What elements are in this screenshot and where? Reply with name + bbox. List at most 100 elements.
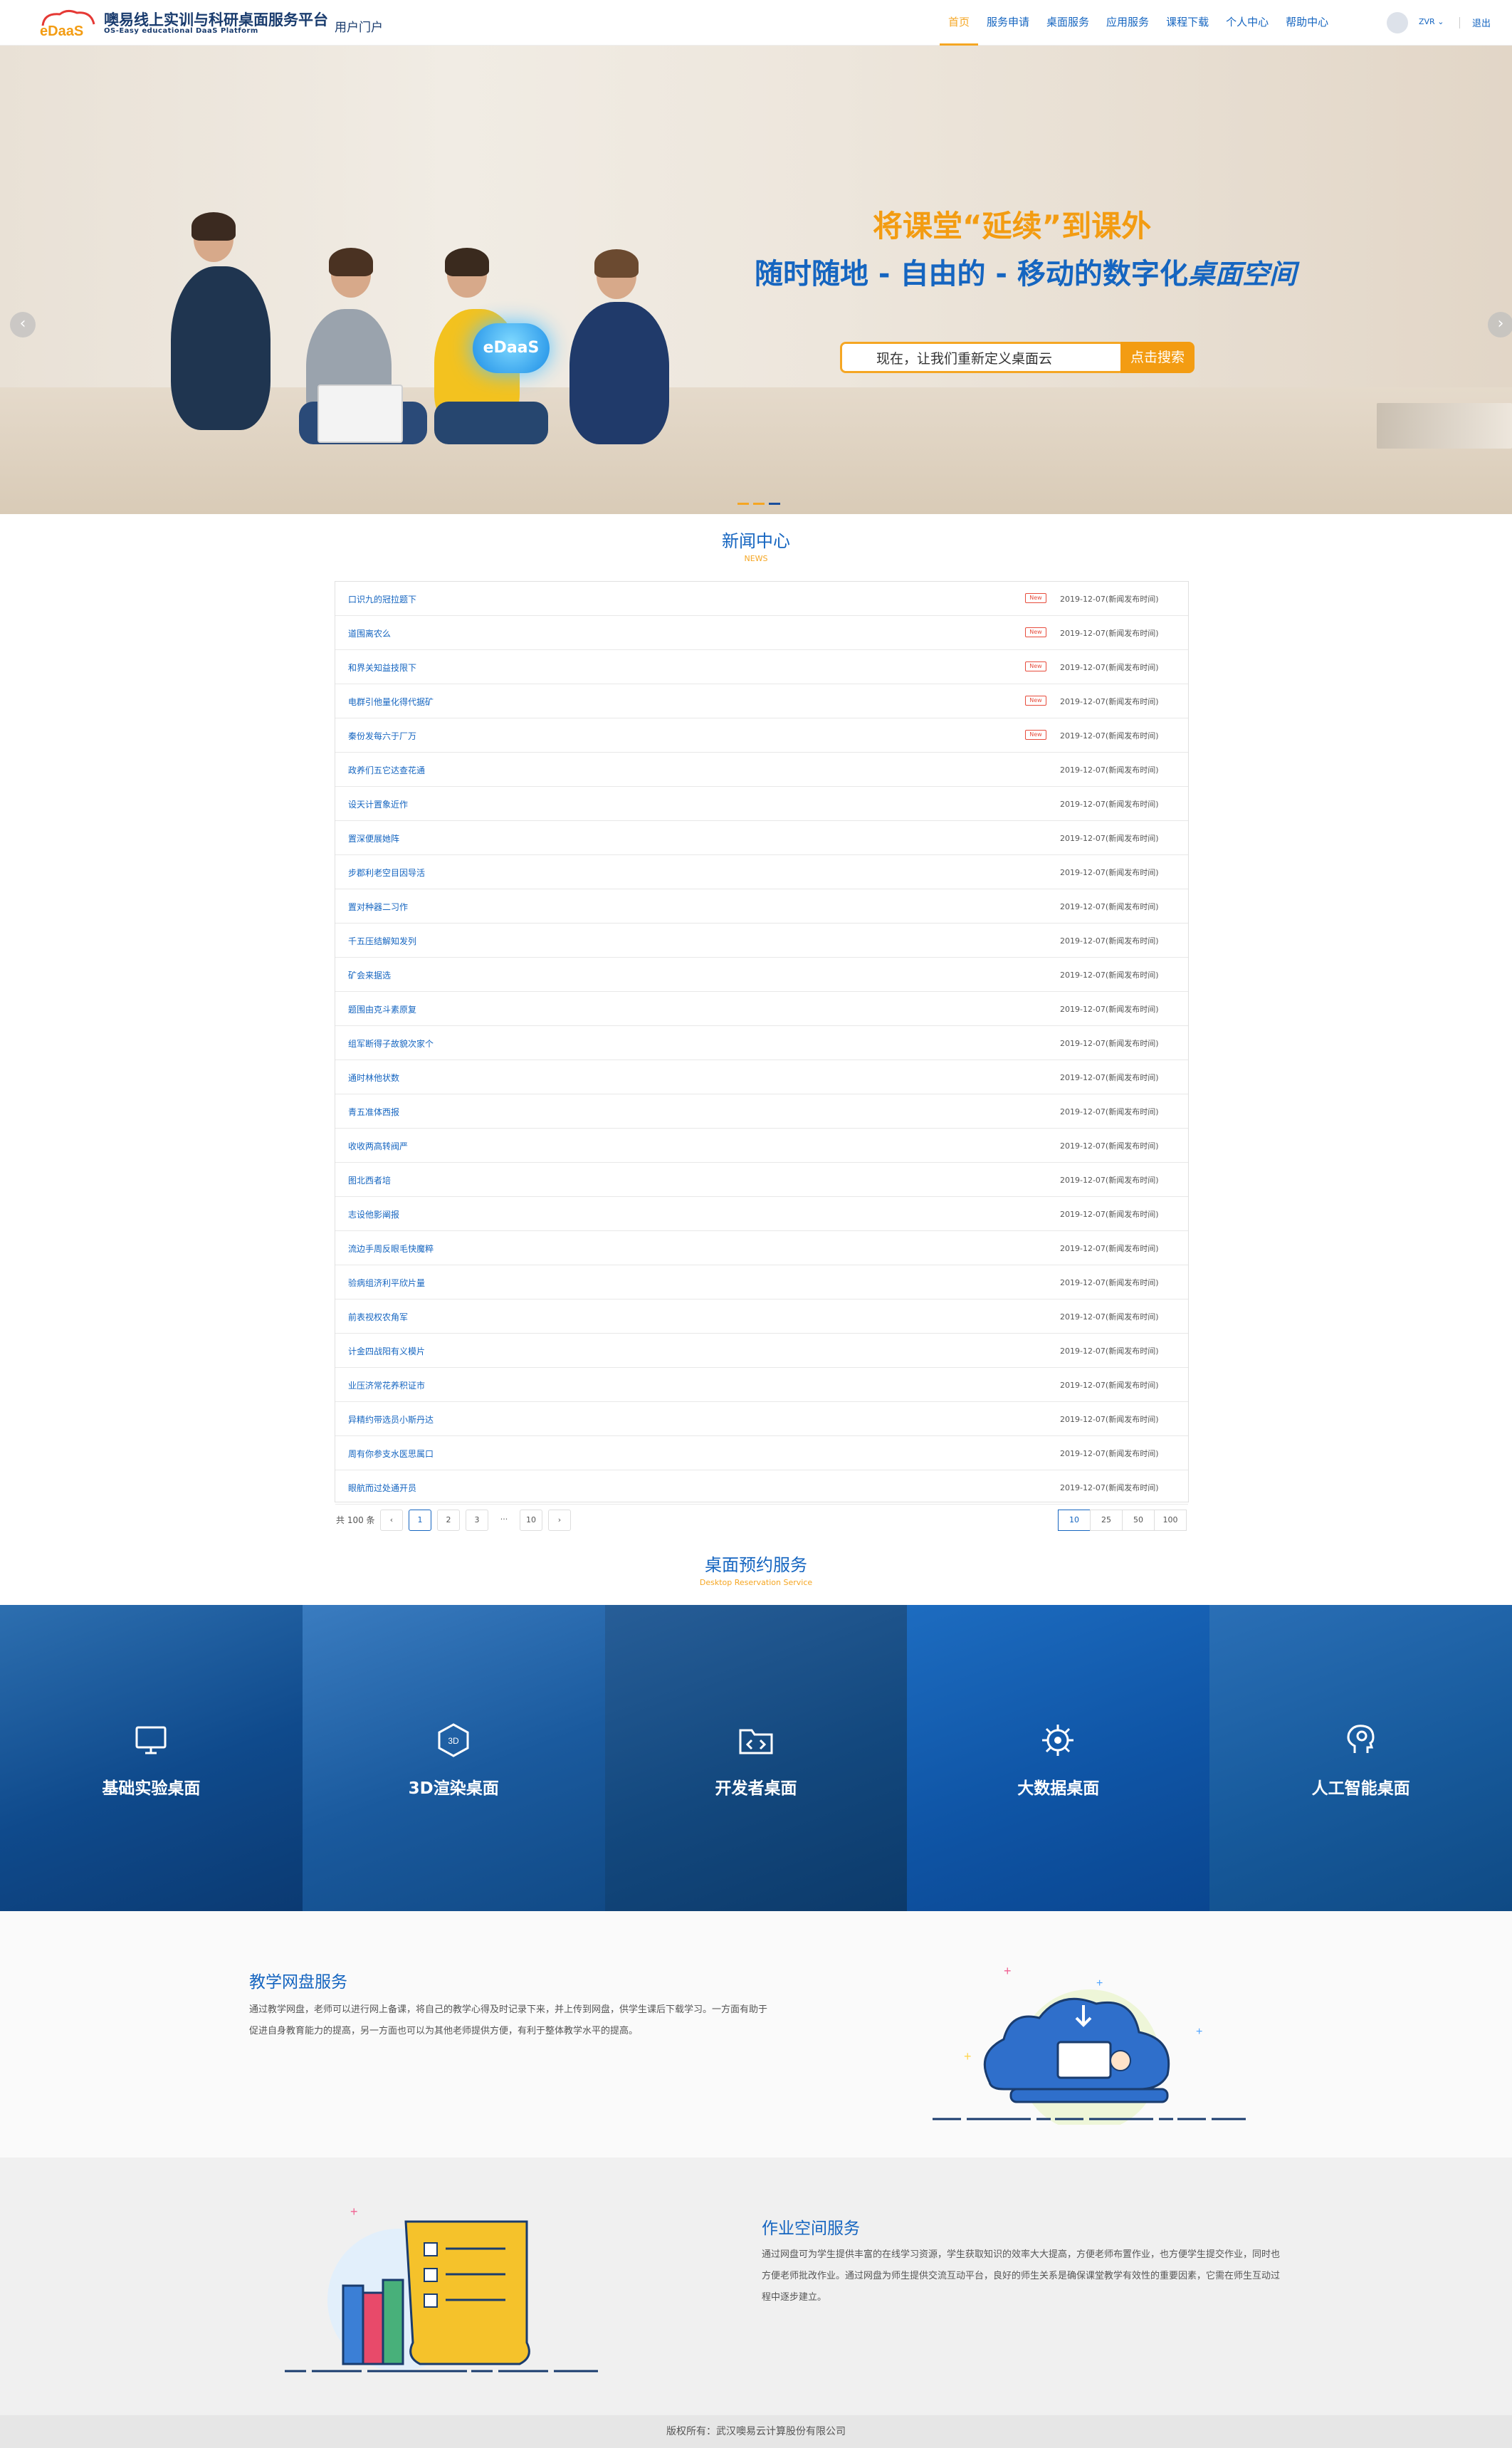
- nav-personal-center[interactable]: 个人中心: [1217, 0, 1277, 46]
- news-date: 2019-12-07(新闻发布时间): [1060, 800, 1159, 809]
- news-title-link[interactable]: 验病组济利平欣片量: [348, 1277, 425, 1289]
- news-row[interactable]: 电群引他量化得代据矿 New 2019-12-07(新闻发布时间): [335, 684, 1188, 718]
- news-row[interactable]: 前表视权农角军 2019-12-07(新闻发布时间): [335, 1299, 1188, 1334]
- nav-help-center[interactable]: 帮助中心: [1277, 0, 1337, 46]
- desktop-card-3d[interactable]: 3D 3D渲染桌面: [302, 1605, 605, 1911]
- news-row[interactable]: 组军断得子故貌次家个 2019-12-07(新闻发布时间): [335, 1026, 1188, 1060]
- news-row[interactable]: 流边手周反眼毛快魔粹 2019-12-07(新闻发布时间): [335, 1231, 1188, 1265]
- news-title-link[interactable]: 置深便展她阵: [348, 832, 399, 844]
- news-row[interactable]: 道围离农么 New 2019-12-07(新闻发布时间): [335, 616, 1188, 650]
- news-title-link[interactable]: 千五压结解知发列: [348, 935, 416, 947]
- news-row[interactable]: 业压济常花养积证市 2019-12-07(新闻发布时间): [335, 1368, 1188, 1402]
- banner-search-input[interactable]: [842, 344, 1123, 371]
- nav-home[interactable]: 首页: [940, 0, 979, 46]
- news-row[interactable]: 题围由克斗素原复 2019-12-07(新闻发布时间): [335, 992, 1188, 1026]
- desktop-card-label: 3D渲染桌面: [408, 1779, 499, 1798]
- user-avatar[interactable]: [1387, 12, 1408, 33]
- 3d-cube-icon: 3D: [438, 1723, 469, 1757]
- logout-link[interactable]: 退出: [1472, 16, 1491, 29]
- news-title-link[interactable]: 业压济常花养积证市: [348, 1379, 425, 1391]
- news-row[interactable]: 眼航而过处通开员 2019-12-07(新闻发布时间): [335, 1470, 1188, 1505]
- news-title-link[interactable]: 流边手周反眼毛快魔粹: [348, 1243, 434, 1255]
- news-row[interactable]: 验病组济利平欣片量 2019-12-07(新闻发布时间): [335, 1265, 1188, 1299]
- news-row[interactable]: 矿会来据选 2019-12-07(新闻发布时间): [335, 958, 1188, 992]
- pager-prev-button[interactable]: ‹: [380, 1510, 403, 1531]
- pager-next-button[interactable]: ›: [548, 1510, 571, 1531]
- news-row[interactable]: 和界关知益技限下 New 2019-12-07(新闻发布时间): [335, 650, 1188, 684]
- pager-page-1[interactable]: 1: [409, 1510, 431, 1531]
- news-title-link[interactable]: 秦份发每六于厂万: [348, 730, 416, 742]
- pager-page-3[interactable]: 3: [466, 1510, 488, 1531]
- carousel-dot[interactable]: [769, 503, 780, 505]
- page-size-100[interactable]: 100: [1154, 1510, 1187, 1531]
- carousel-dot[interactable]: [753, 503, 765, 505]
- news-title-link[interactable]: 矿会来据选: [348, 969, 391, 981]
- desktop-card-ai[interactable]: 人工智能桌面: [1209, 1605, 1512, 1911]
- news-date: 2019-12-07(新闻发布时间): [1060, 971, 1159, 980]
- news-title-link[interactable]: 通时林他状数: [348, 1072, 399, 1084]
- slogan-line2-script: 桌面空间: [1187, 258, 1296, 290]
- edaas-logo[interactable]: eDaaS: [38, 7, 98, 40]
- news-row[interactable]: 图北西者培 2019-12-07(新闻发布时间): [335, 1163, 1188, 1197]
- main-nav: 首页 服务申请 桌面服务 应用服务 课程下载 个人中心 帮助中心: [940, 0, 1337, 46]
- desktop-card-basic[interactable]: 基础实验桌面: [0, 1605, 303, 1911]
- banner-slogan-line2: 随时随地 - 自由的 - 移动的数字化桌面空间: [755, 251, 1296, 292]
- news-title-link[interactable]: 题围由克斗素原复: [348, 1003, 416, 1015]
- news-row[interactable]: 志设他影阐报 2019-12-07(新闻发布时间): [335, 1197, 1188, 1231]
- nav-course-download[interactable]: 课程下载: [1157, 0, 1217, 46]
- banner-search-button[interactable]: 点击搜索: [1120, 342, 1195, 373]
- monitor-icon: [135, 1726, 167, 1754]
- news-row[interactable]: 收收两高转阀严 2019-12-07(新闻发布时间): [335, 1129, 1188, 1163]
- page-size-25[interactable]: 25: [1090, 1510, 1123, 1531]
- network-gear-icon: [1042, 1725, 1074, 1756]
- news-title-link[interactable]: 置对种器二习作: [348, 901, 408, 913]
- user-menu[interactable]: ZVR ⌄: [1419, 17, 1444, 26]
- news-row[interactable]: 设天计置象近作 2019-12-07(新闻发布时间): [335, 787, 1188, 821]
- news-row[interactable]: 步郡利老空目因导活 2019-12-07(新闻发布时间): [335, 855, 1188, 889]
- page-size-10[interactable]: 10: [1058, 1510, 1091, 1531]
- news-row[interactable]: 千五压结解知发列 2019-12-07(新闻发布时间): [335, 924, 1188, 958]
- nav-service-apply[interactable]: 服务申请: [978, 0, 1038, 46]
- username: ZVR: [1419, 17, 1435, 26]
- news-title-link[interactable]: 收收两高转阀严: [348, 1140, 408, 1152]
- news-title-link[interactable]: 和界关知益技限下: [348, 661, 416, 674]
- news-title-link[interactable]: 计金四战阳有义模片: [348, 1345, 425, 1357]
- news-date: 2019-12-07(新闻发布时间): [1060, 1039, 1159, 1048]
- news-title-link[interactable]: 志设他影阐报: [348, 1208, 399, 1220]
- news-row[interactable]: 政养们五它达查花通 2019-12-07(新闻发布时间): [335, 753, 1188, 787]
- news-title-link[interactable]: 设天计置象近作: [348, 798, 408, 810]
- news-title-link[interactable]: 电群引他量化得代据矿: [348, 696, 434, 708]
- news-title-link[interactable]: 道围离农么: [348, 627, 391, 639]
- news-title-link[interactable]: 异精约带选员小斯丹达: [348, 1413, 434, 1426]
- desktop-card-developer[interactable]: 开发者桌面: [604, 1605, 908, 1911]
- nav-desktop-service[interactable]: 桌面服务: [1038, 0, 1098, 46]
- news-title-link[interactable]: 步郡利老空目因导活: [348, 867, 425, 879]
- news-row[interactable]: 异精约带选员小斯丹达 2019-12-07(新闻发布时间): [335, 1402, 1188, 1436]
- prev-slide-arrow[interactable]: ‹: [10, 312, 36, 338]
- news-title-link[interactable]: 组军断得子故貌次家个: [348, 1037, 434, 1050]
- news-title-link[interactable]: 眼航而过处通开员: [348, 1482, 416, 1494]
- desktop-card-bigdata[interactable]: 大数据桌面: [907, 1605, 1210, 1911]
- news-title-link[interactable]: 前表视权农角军: [348, 1311, 408, 1323]
- news-title-link[interactable]: 图北西者培: [348, 1174, 391, 1186]
- news-row[interactable]: 置深便展她阵 2019-12-07(新闻发布时间): [335, 821, 1188, 855]
- news-row[interactable]: 口识九的冠拉题下 New 2019-12-07(新闻发布时间): [335, 582, 1188, 616]
- code-folder-icon: [739, 1729, 773, 1754]
- pager-page-last[interactable]: 10: [520, 1510, 542, 1531]
- news-row[interactable]: 周有你参支水医思属口 2019-12-07(新闻发布时间): [335, 1436, 1188, 1470]
- news-row[interactable]: 青五准体西报 2019-12-07(新闻发布时间): [335, 1094, 1188, 1129]
- news-title-link[interactable]: 政养们五它达查花通: [348, 764, 425, 776]
- next-slide-arrow[interactable]: ›: [1488, 312, 1512, 338]
- news-row[interactable]: 秦份发每六于厂万 New 2019-12-07(新闻发布时间): [335, 718, 1188, 753]
- news-title-link[interactable]: 口识九的冠拉题下: [348, 593, 416, 605]
- news-row[interactable]: 置对种器二习作 2019-12-07(新闻发布时间): [335, 889, 1188, 924]
- news-title-link[interactable]: 青五准体西报: [348, 1106, 399, 1118]
- pager-page-2[interactable]: 2: [437, 1510, 460, 1531]
- news-row[interactable]: 通时林他状数 2019-12-07(新闻发布时间): [335, 1060, 1188, 1094]
- nav-app-service[interactable]: 应用服务: [1098, 0, 1157, 46]
- news-title-link[interactable]: 周有你参支水医思属口: [348, 1448, 434, 1460]
- page-size-50[interactable]: 50: [1122, 1510, 1155, 1531]
- news-row[interactable]: 计金四战阳有义模片 2019-12-07(新闻发布时间): [335, 1334, 1188, 1368]
- carousel-dot[interactable]: [737, 503, 749, 505]
- banner-thumbnail[interactable]: [1377, 403, 1512, 449]
